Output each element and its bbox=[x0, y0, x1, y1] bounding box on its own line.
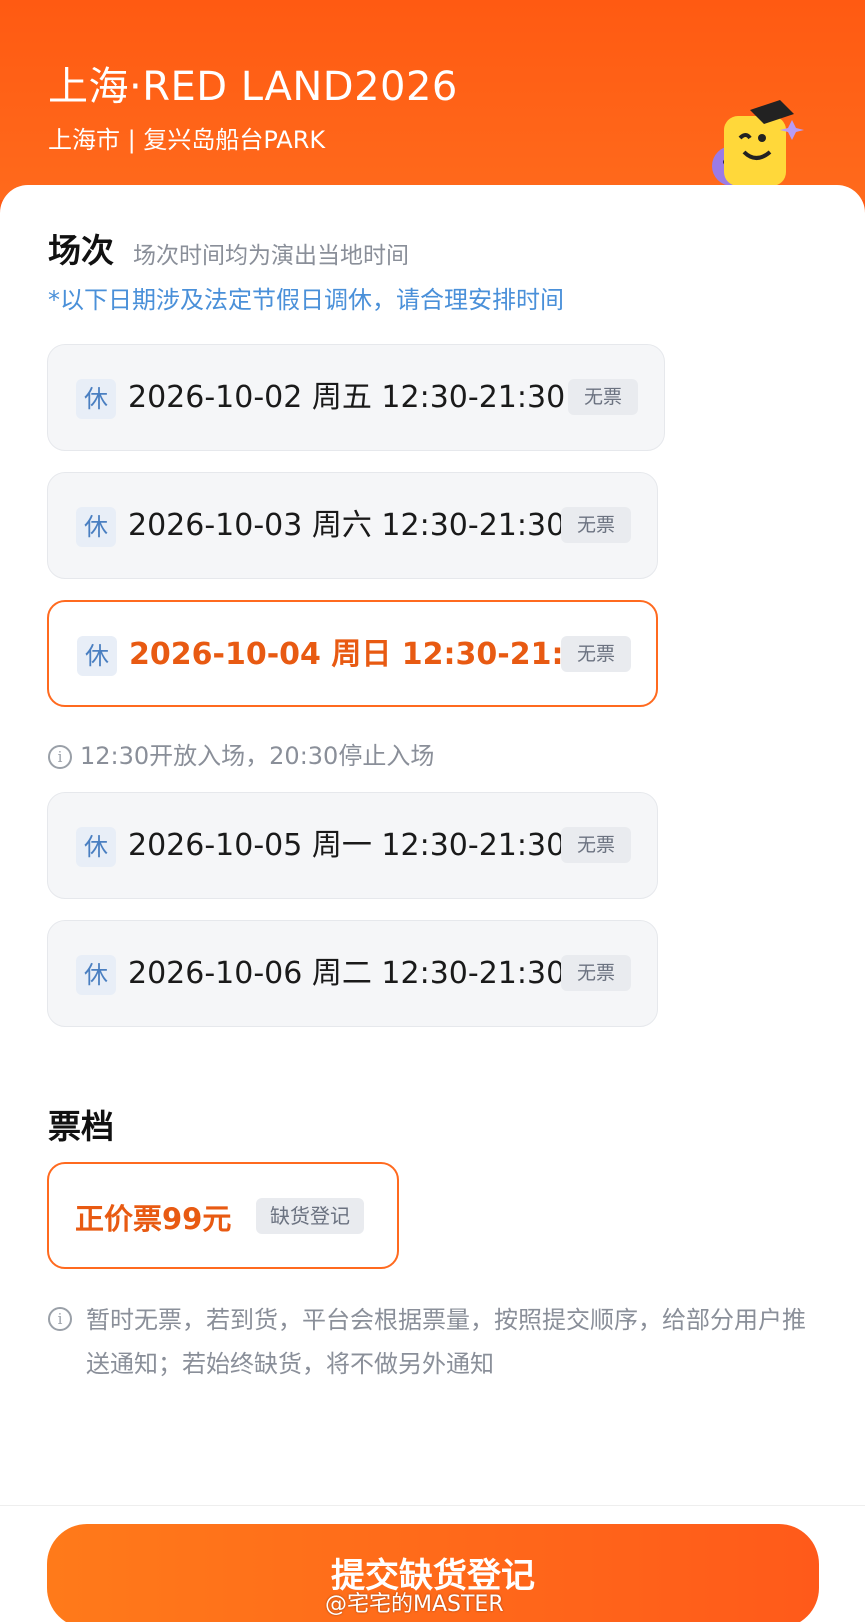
venue-label: 上海市 | 复兴岛船台PARK bbox=[48, 126, 326, 154]
sessions-subtitle: 场次时间均为演出当地时间 bbox=[133, 243, 409, 269]
soldout-badge: 无票 bbox=[561, 827, 631, 863]
soldout-badge: 无票 bbox=[561, 636, 631, 672]
session-label: 2026-10-04 周日 12:30-21:30 bbox=[129, 637, 606, 672]
soldout-badge: 无票 bbox=[561, 507, 631, 543]
session-label: 2026-10-06 周二 12:30-21:30 bbox=[128, 956, 566, 991]
divider bbox=[0, 1505, 865, 1506]
rest-tag: 休 bbox=[77, 636, 117, 676]
ticket-name: 正价票99元 bbox=[75, 1202, 232, 1236]
soldout-badge: 无票 bbox=[561, 955, 631, 991]
rest-tag: 休 bbox=[76, 507, 116, 547]
info-icon: i bbox=[48, 1307, 72, 1331]
rest-tag: 休 bbox=[76, 379, 116, 419]
session-label: 2026-10-05 周一 12:30-21:30 bbox=[128, 828, 566, 863]
watermark: @宅宅的MASTER bbox=[325, 1592, 504, 1617]
rest-tag: 休 bbox=[76, 955, 116, 995]
restock-notice: i 暂时无票，若到货，平台会根据票量，按照提交顺序，给部分用户推送通知；若始终缺… bbox=[48, 1298, 828, 1386]
session-option[interactable]: 休 2026-10-02 周五 12:30-21:30 无票 bbox=[47, 344, 665, 451]
entry-info: i 12:30开放入场，20:30停止入场 bbox=[48, 736, 434, 771]
session-option[interactable]: 休 2026-10-06 周二 12:30-21:30 无票 bbox=[47, 920, 658, 1027]
mascot-icon bbox=[712, 100, 804, 186]
session-label: 2026-10-02 周五 12:30-21:30 bbox=[128, 380, 566, 415]
rest-tag: 休 bbox=[76, 827, 116, 867]
session-label: 2026-10-03 周六 12:30-21:30 bbox=[128, 508, 566, 543]
holiday-note: *以下日期涉及法定节假日调休，请合理安排时间 bbox=[48, 286, 564, 314]
event-title: 上海·RED LAND2026 bbox=[48, 64, 458, 110]
entry-info-text: 12:30开放入场，20:30停止入场 bbox=[80, 742, 435, 770]
session-option[interactable]: 休 2026-10-03 周六 12:30-21:30 无票 bbox=[47, 472, 658, 579]
session-option[interactable]: 休 2026-10-05 周一 12:30-21:30 无票 bbox=[47, 792, 658, 899]
tickets-title: 票档 bbox=[48, 1107, 114, 1146]
waitlist-badge: 缺货登记 bbox=[256, 1198, 364, 1234]
soldout-badge: 无票 bbox=[568, 379, 638, 415]
ticket-option-selected[interactable]: 正价票99元 缺货登记 bbox=[47, 1162, 399, 1269]
restock-notice-text: 暂时无票，若到货，平台会根据票量，按照提交顺序，给部分用户推送通知；若始终缺货，… bbox=[86, 1306, 806, 1378]
header: 上海·RED LAND2026 上海市 | 复兴岛船台PARK bbox=[0, 0, 865, 200]
sessions-title: 场次 bbox=[48, 231, 114, 270]
session-option-selected[interactable]: 休 2026-10-04 周日 12:30-21:30 无票 bbox=[47, 600, 658, 707]
info-icon: i bbox=[48, 745, 72, 769]
